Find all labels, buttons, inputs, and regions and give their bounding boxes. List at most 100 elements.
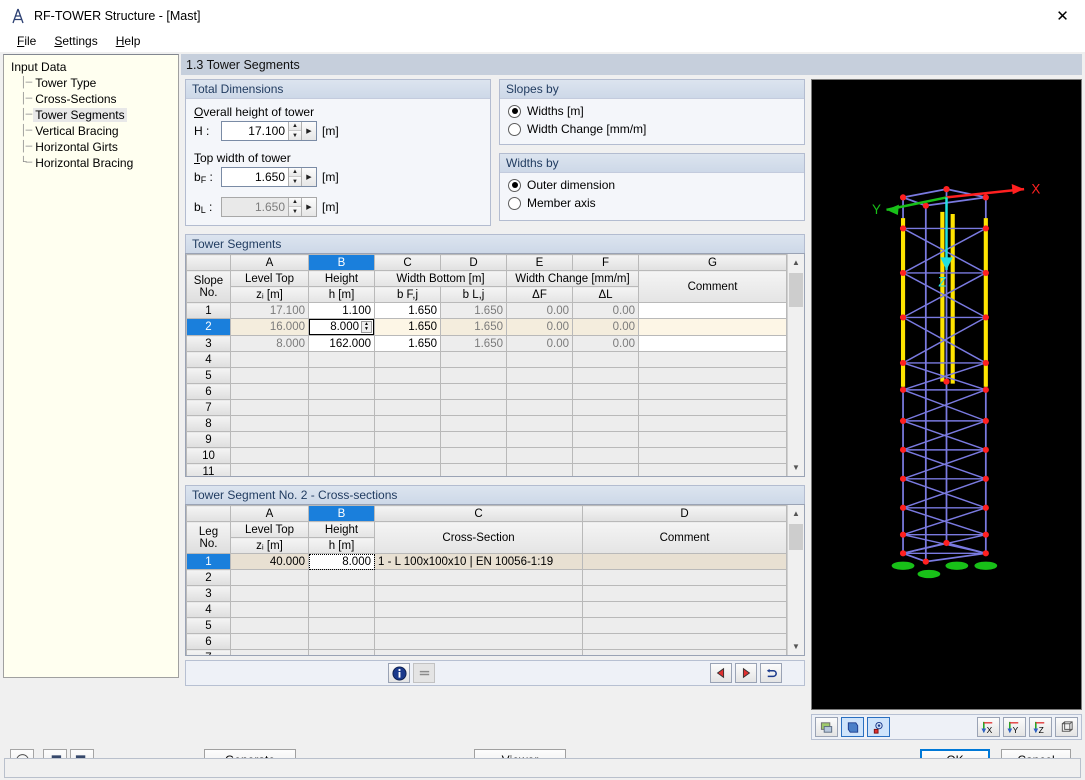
- row-number[interactable]: 11: [186, 463, 231, 476]
- row-number[interactable]: 6: [186, 383, 231, 400]
- cell-height[interactable]: 1.100: [308, 302, 375, 319]
- cell-width-change-f[interactable]: 0.00: [506, 335, 573, 352]
- col-letter-b[interactable]: B: [308, 254, 375, 271]
- cell-empty[interactable]: [374, 447, 441, 464]
- sidebar-item-tower-segments[interactable]: │— Tower Segments: [16, 107, 178, 123]
- scroll-track[interactable]: [788, 271, 804, 459]
- col-letter-f[interactable]: F: [572, 254, 639, 271]
- cell-height[interactable]: 162.000: [308, 335, 375, 352]
- close-icon[interactable]: ✕: [1040, 0, 1085, 31]
- cell-level-top[interactable]: 40.000: [230, 553, 309, 570]
- row-number[interactable]: 1: [186, 302, 231, 319]
- cell-empty[interactable]: [440, 431, 507, 448]
- row-number[interactable]: 4: [186, 351, 231, 368]
- sidebar-item-horizontal-bracing[interactable]: └— Horizontal Bracing: [16, 155, 178, 171]
- prev-triangle-icon[interactable]: [710, 663, 732, 683]
- cell-empty[interactable]: [440, 447, 507, 464]
- scroll-thumb[interactable]: [789, 273, 803, 307]
- cell-comment[interactable]: [638, 318, 787, 336]
- cell-empty[interactable]: [638, 367, 787, 384]
- scroll-down-icon[interactable]: ▼: [788, 459, 804, 476]
- row-number[interactable]: 5: [186, 367, 231, 384]
- cell-empty[interactable]: [638, 463, 787, 476]
- cell-empty[interactable]: [230, 367, 309, 384]
- cell-empty[interactable]: [440, 415, 507, 432]
- cell-empty[interactable]: [582, 601, 787, 618]
- radio-icon[interactable]: [508, 122, 521, 136]
- cell-empty[interactable]: [230, 399, 309, 416]
- cell-empty[interactable]: [308, 617, 375, 634]
- cell-width-bottom-f[interactable]: 1.650: [374, 318, 441, 336]
- cell-empty[interactable]: [230, 585, 309, 602]
- cell-empty[interactable]: [572, 447, 639, 464]
- radio-slopes-widths[interactable]: Widths [m]: [508, 104, 796, 118]
- cell-empty[interactable]: [572, 383, 639, 400]
- cell-empty[interactable]: [374, 351, 441, 368]
- cell-empty[interactable]: [308, 431, 375, 448]
- cell-empty[interactable]: [308, 447, 375, 464]
- cell-width-change-l[interactable]: 0.00: [572, 302, 639, 319]
- cell-empty[interactable]: [230, 463, 309, 476]
- view-z-icon[interactable]: Z: [1029, 717, 1052, 737]
- cell-level-top[interactable]: 16.000: [230, 318, 309, 336]
- cell-empty[interactable]: [374, 649, 583, 655]
- cell-empty[interactable]: [230, 601, 309, 618]
- height-input[interactable]: 17.100: [222, 122, 288, 140]
- cell-empty[interactable]: [230, 617, 309, 634]
- cell-width-change-l[interactable]: 0.00: [572, 318, 639, 336]
- cell-empty[interactable]: [374, 633, 583, 650]
- height-input-wrap[interactable]: 17.100 ▲ ▼ ▶: [221, 121, 317, 141]
- cell-empty[interactable]: [638, 351, 787, 368]
- cell-empty[interactable]: [582, 633, 787, 650]
- cell-empty[interactable]: [440, 351, 507, 368]
- solid-model-icon[interactable]: [841, 717, 864, 737]
- table-row[interactable]: 1 17.100 1.100 1.650 1.650 0.00 0.00: [186, 302, 787, 319]
- cell-empty[interactable]: [572, 367, 639, 384]
- cell-empty[interactable]: [308, 383, 375, 400]
- cell-level-top[interactable]: 8.000: [230, 335, 309, 352]
- row-number[interactable]: 7: [186, 649, 231, 655]
- cell-empty[interactable]: [506, 383, 573, 400]
- cell-empty[interactable]: [572, 415, 639, 432]
- view-isometric-icon[interactable]: [1055, 717, 1078, 737]
- table-row[interactable]: 7: [186, 399, 787, 416]
- cell-empty[interactable]: [374, 383, 441, 400]
- col-letter-c[interactable]: C: [374, 254, 441, 271]
- cell-empty[interactable]: [506, 415, 573, 432]
- cell-empty[interactable]: [638, 447, 787, 464]
- sidebar-item-cross-sections[interactable]: │— Cross-Sections: [16, 91, 178, 107]
- col-letter-g[interactable]: G: [638, 254, 787, 271]
- render-mode-icon[interactable]: [815, 717, 838, 737]
- row-number[interactable]: 9: [186, 431, 231, 448]
- col-letter-e[interactable]: E: [506, 254, 573, 271]
- table-row[interactable]: 5: [186, 367, 787, 384]
- cell-empty[interactable]: [374, 585, 583, 602]
- sidebar-item-tower-type[interactable]: │— Tower Type: [16, 75, 178, 91]
- table-row[interactable]: 4: [186, 351, 787, 368]
- table-row[interactable]: 9: [186, 431, 787, 448]
- cell-empty[interactable]: [230, 415, 309, 432]
- model-viewport-3d[interactable]: X Y Z: [811, 79, 1082, 710]
- cell-empty[interactable]: [440, 383, 507, 400]
- view-x-icon[interactable]: X: [977, 717, 1000, 737]
- cell-width-bottom-f[interactable]: 1.650: [374, 335, 441, 352]
- cell-empty[interactable]: [638, 431, 787, 448]
- table-row[interactable]: 8: [186, 415, 787, 432]
- cell-empty[interactable]: [308, 585, 375, 602]
- row-number[interactable]: 3: [186, 335, 231, 352]
- bf-input[interactable]: 1.650: [222, 168, 288, 186]
- radio-icon[interactable]: [508, 178, 521, 192]
- cell-empty[interactable]: [638, 399, 787, 416]
- row-number[interactable]: 1: [186, 553, 231, 570]
- cell-empty[interactable]: [230, 447, 309, 464]
- cell-empty[interactable]: [572, 431, 639, 448]
- bf-input-wrap[interactable]: 1.650 ▲ ▼ ▶: [221, 167, 317, 187]
- cell-empty[interactable]: [230, 431, 309, 448]
- cell-empty[interactable]: [230, 383, 309, 400]
- cell-empty[interactable]: [582, 569, 787, 586]
- radio-widths-member-axis[interactable]: Member axis: [508, 196, 796, 210]
- cell-width-change-l[interactable]: 0.00: [572, 335, 639, 352]
- cell-width-bottom-f[interactable]: 1.650: [374, 302, 441, 319]
- scroll-track[interactable]: [788, 522, 804, 638]
- cell-empty[interactable]: [440, 399, 507, 416]
